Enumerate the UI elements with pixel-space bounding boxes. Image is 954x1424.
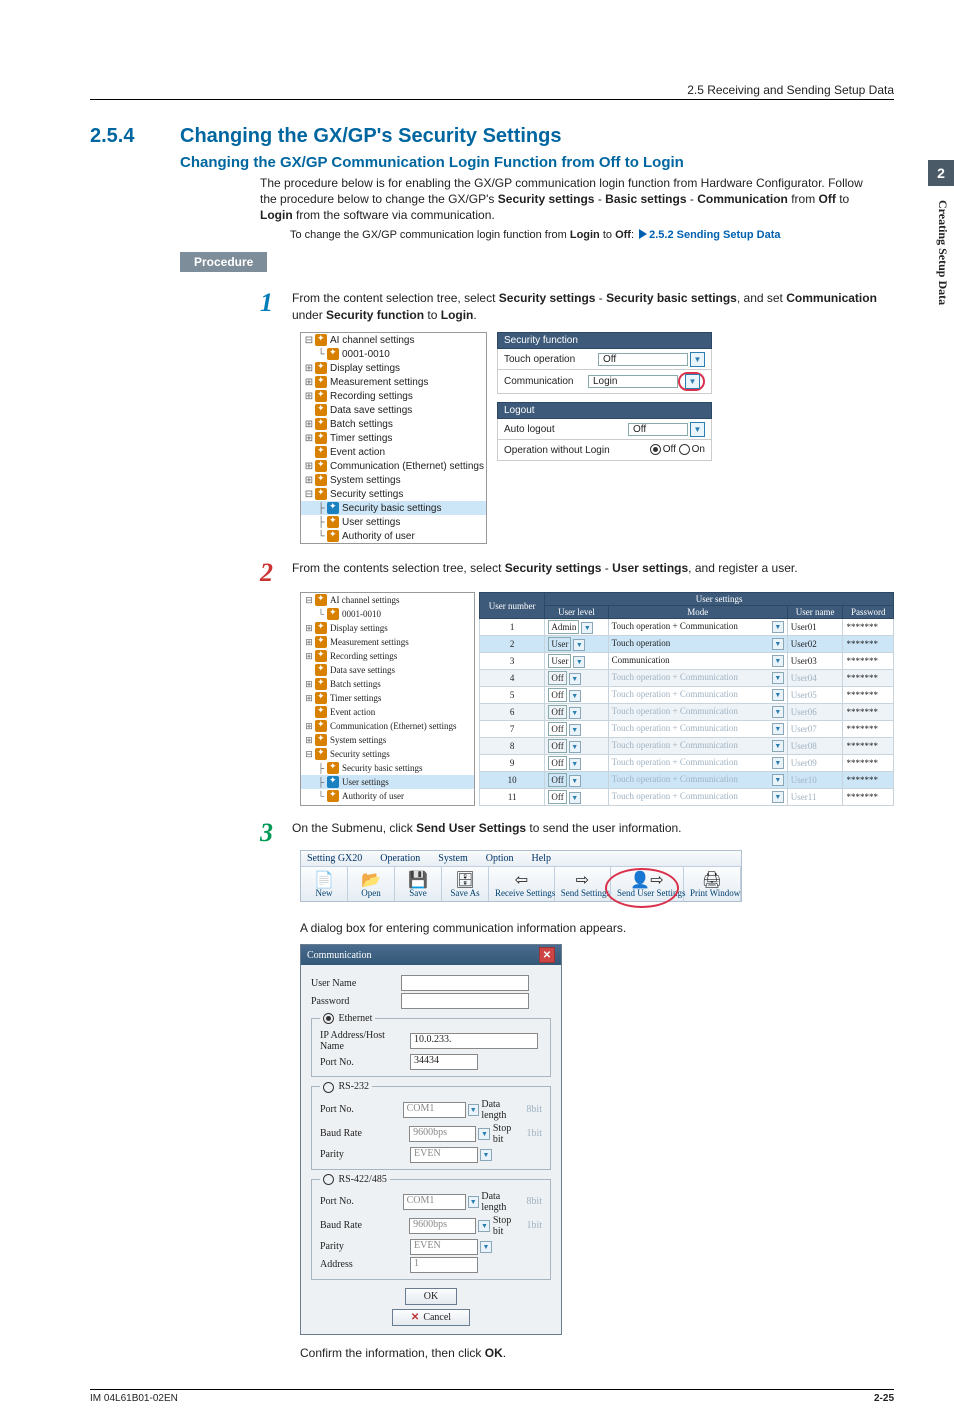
step3-note1: A dialog box for entering communication … [300, 920, 894, 936]
chevron-down-icon[interactable]: ▼ [480, 1149, 492, 1161]
rs232-port-select[interactable]: COM1 [403, 1102, 466, 1118]
rs232-group: RS-232 Port No. COM1▼ Data length 8bit B… [311, 1081, 551, 1169]
x-icon: ✕ [411, 1312, 419, 1323]
chevron-down-icon[interactable]: ▼ [478, 1220, 490, 1232]
chevron-down-icon[interactable]: ▼ [480, 1241, 492, 1253]
xref-link[interactable]: 2.5.2 Sending Setup Data [649, 229, 780, 241]
step-3-number: 3 [260, 820, 292, 846]
ok-button[interactable]: OK [405, 1288, 457, 1305]
button-bar[interactable]: 📄New📂Open💾Save🗄Save As⇦Receive Settings⇨… [301, 866, 741, 901]
breadcrumb: 2.5 Receiving and Sending Setup Data [90, 80, 894, 99]
radio-on[interactable]: On [679, 444, 705, 455]
procedure-label: Procedure [180, 252, 267, 272]
rs232-baud-select[interactable]: 9600bps [409, 1126, 476, 1142]
table-row[interactable]: 10Off▼Touch operation + Communication ▼U… [479, 772, 893, 789]
chevron-down-icon[interactable]: ▼ [690, 352, 705, 367]
table-row[interactable]: 5Off▼Touch operation + Communication ▼Us… [479, 687, 893, 704]
radio-ethernet[interactable] [323, 1013, 334, 1024]
menu-item[interactable]: Help [532, 853, 551, 864]
user-settings-table[interactable]: User numberUser settings User level Mode… [479, 592, 894, 806]
rs232-parity-select[interactable]: EVEN [410, 1147, 478, 1163]
port-input[interactable]: 34434 [410, 1054, 478, 1070]
triangle-icon [639, 229, 647, 239]
toolbar-button-send-user-settings[interactable]: 👤⇨Send User Settings [611, 867, 684, 901]
menu-item[interactable]: System [438, 853, 467, 864]
chevron-down-icon[interactable]: ▼ [468, 1104, 479, 1116]
rs485-parity-select[interactable]: EVEN [410, 1239, 478, 1255]
toolbar: Setting GX20 Operation System Option Help 📄N… [300, 850, 742, 902]
menubar[interactable]: Setting GX20 Operation System Option Help [301, 851, 741, 866]
close-icon[interactable]: ✕ [539, 947, 555, 963]
menu-item[interactable]: Setting GX20 [307, 853, 362, 864]
table-row[interactable]: 1Admin▼Touch operation + Communication ▼… [479, 619, 893, 636]
toolbar-button-open[interactable]: 📂Open [348, 867, 395, 901]
step-3-text: On the Submenu, click Send User Settings… [292, 820, 894, 837]
step2-tree[interactable]: ⊟AI channel settings └0001-0010 ⊞Display… [300, 592, 475, 806]
rs485-baud-select[interactable]: 9600bps [409, 1218, 476, 1234]
user-name-input[interactable] [401, 975, 529, 991]
chevron-down-icon[interactable]: ▼ [478, 1128, 490, 1140]
table-row[interactable]: 8Off▼Touch operation + Communication ▼Us… [479, 738, 893, 755]
section-number: 2.5.4 [90, 125, 180, 148]
footer-left: IM 04L61B01-02EN [90, 1393, 178, 1404]
table-row[interactable]: 2User▼Touch operation ▼User02******* [479, 636, 893, 653]
chapter-label: Creating Setup Data [935, 200, 950, 305]
chevron-down-icon[interactable]: ▼ [690, 422, 705, 437]
ethernet-group: Ethernet IP Address/Host Name10.0.233. P… [311, 1013, 551, 1077]
panel-title-logout: Logout [497, 402, 712, 419]
rs485-address-input[interactable]: 1 [410, 1257, 478, 1273]
chevron-down-icon[interactable]: ▼ [468, 1196, 479, 1208]
step1-panel: Security function Touch operation Off ▼ … [497, 332, 712, 461]
intro-crossref: To change the GX/GP communication login … [290, 228, 894, 243]
step-2-text: From the contents selection tree, select… [292, 560, 894, 577]
page-number: 2-25 [874, 1393, 894, 1404]
touch-operation-select[interactable]: Off [598, 353, 688, 366]
toolbar-button-receive-settings[interactable]: ⇦Receive Settings [489, 867, 555, 901]
table-row[interactable]: 4Off▼Touch operation + Communication ▼Us… [479, 670, 893, 687]
subsection-title: Changing the GX/GP Communication Login F… [180, 154, 894, 171]
table-row[interactable]: 7Off▼Touch operation + Communication ▼Us… [479, 721, 893, 738]
radio-rs485[interactable] [323, 1174, 334, 1185]
toolbar-button-save-as[interactable]: 🗄Save As [442, 867, 489, 901]
toolbar-button-new[interactable]: 📄New [301, 867, 348, 901]
chevron-down-icon[interactable]: ▼ [685, 374, 700, 389]
menu-item[interactable]: Operation [380, 853, 420, 864]
panel-title-security-function: Security function [497, 332, 712, 349]
auto-logout-select[interactable]: Off [628, 423, 688, 436]
chapter-tab: 2 [928, 160, 954, 186]
table-row[interactable]: 3User▼Communication ▼User03******* [479, 653, 893, 670]
rs485-group: RS-422/485 Port No. COM1▼ Data length 8b… [311, 1174, 551, 1280]
step-1-text: From the content selection tree, select … [292, 290, 894, 324]
table-row[interactable]: 9Off▼Touch operation + Communication ▼Us… [479, 755, 893, 772]
section-title: Changing the GX/GP's Security Settings [180, 125, 561, 148]
communication-dialog: Communication ✕ User Name Password Ether… [300, 944, 562, 1335]
rs485-port-select[interactable]: COM1 [403, 1194, 466, 1210]
toolbar-button-send-settings[interactable]: ⇨Send Settings [555, 867, 611, 901]
radio-rs232[interactable] [323, 1082, 334, 1093]
toolbar-button-print-window[interactable]: 🖨Print Window [684, 867, 741, 901]
table-row[interactable]: 6Off▼Touch operation + Communication ▼Us… [479, 704, 893, 721]
radio-off[interactable]: Off [650, 444, 676, 455]
ip-address-input[interactable]: 10.0.233. [410, 1033, 538, 1049]
dialog-title: Communication [307, 950, 371, 961]
table-row[interactable]: 11Off▼Touch operation + Communication ▼U… [479, 789, 893, 806]
highlight-ring: ▼ [678, 372, 705, 391]
password-input[interactable] [401, 993, 529, 1009]
cancel-button[interactable]: ✕Cancel [392, 1309, 470, 1326]
communication-select[interactable]: Login [588, 375, 678, 388]
step-2-number: 2 [260, 560, 292, 586]
step3-note2: Confirm the information, then click OK. [300, 1345, 894, 1361]
step1-tree[interactable]: ⊟AI channel settings └0001-0010 ⊞Display… [300, 332, 487, 544]
toolbar-button-save[interactable]: 💾Save [395, 867, 442, 901]
menu-item[interactable]: Option [486, 853, 514, 864]
intro-paragraph: The procedure below is for enabling the … [260, 175, 880, 224]
step-1-number: 1 [260, 290, 292, 316]
